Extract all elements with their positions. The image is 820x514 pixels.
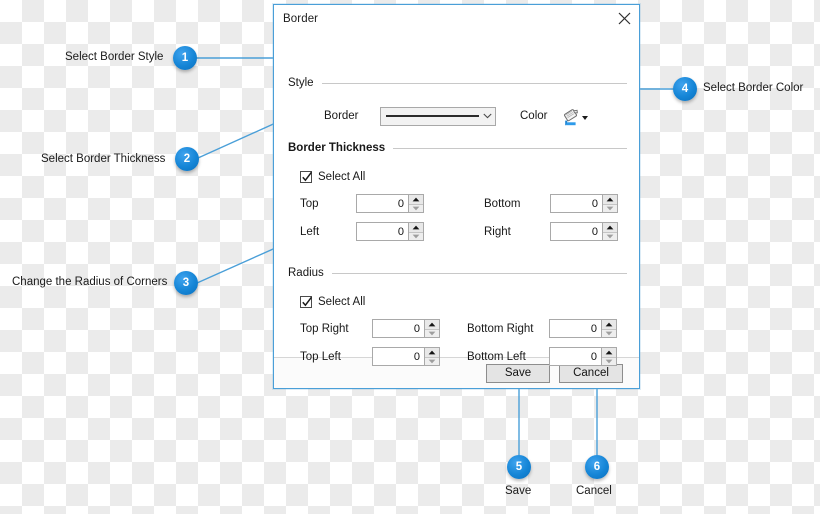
spinner-up-icon[interactable] xyxy=(603,195,617,204)
paint-bucket-icon xyxy=(563,108,580,125)
thickness-field-bottom: Bottom 0 xyxy=(484,194,618,213)
thickness-value-right[interactable]: 0 xyxy=(551,223,602,240)
group-radius: Radius xyxy=(288,266,627,280)
radius-spinner-top-right[interactable]: 0 xyxy=(372,319,440,338)
spinner-down-icon[interactable] xyxy=(602,356,616,365)
thickness-field-right: Right 0 xyxy=(484,222,618,241)
border-style-label: Border xyxy=(324,110,359,122)
spinner-up-icon[interactable] xyxy=(409,223,423,232)
border-style-row: Border Color xyxy=(324,106,589,126)
spinner-down-icon[interactable] xyxy=(603,231,617,240)
radius-spinner-top-left[interactable]: 0 xyxy=(372,347,440,366)
close-icon[interactable] xyxy=(609,6,639,32)
thickness-select-all-label: Select All xyxy=(318,171,366,183)
thickness-label-top: Top xyxy=(300,197,319,210)
radius-field-bottom-right: Bottom Right 0 xyxy=(467,319,617,338)
checkbox-select-all-thickness[interactable] xyxy=(300,171,312,183)
border-style-combobox[interactable] xyxy=(380,106,496,126)
border-color-button[interactable] xyxy=(563,106,589,126)
annotation-label-6: Cancel xyxy=(576,485,612,497)
spinner-up-icon[interactable] xyxy=(425,348,439,357)
radius-spinner-bottom-right[interactable]: 0 xyxy=(549,319,617,338)
radius-spinner-bottom-left[interactable]: 0 xyxy=(549,347,617,366)
radius-field-bottom-left: Bottom Left 0 xyxy=(467,347,617,366)
save-button[interactable]: Save xyxy=(486,363,550,383)
spinner-up-icon[interactable] xyxy=(602,348,616,357)
radius-field-top-right: Top Right 0 xyxy=(300,319,440,338)
thickness-value-top[interactable]: 0 xyxy=(357,195,408,212)
radius-value-bottom-left[interactable]: 0 xyxy=(550,348,601,365)
annotation-label-3: Change the Radius of Corners xyxy=(12,276,168,288)
radius-value-bottom-right[interactable]: 0 xyxy=(550,320,601,337)
thickness-spinner-top[interactable]: 0 xyxy=(356,194,424,213)
group-title-thickness: Border Thickness xyxy=(288,142,386,154)
thickness-value-left[interactable]: 0 xyxy=(357,223,408,240)
group-title-radius: Radius xyxy=(288,267,324,279)
group-divider xyxy=(393,147,627,149)
annotation-badge-6: 6 xyxy=(585,455,609,479)
spinner-up-icon[interactable] xyxy=(603,223,617,232)
cancel-button[interactable]: Cancel xyxy=(559,363,623,383)
spinner-down-icon[interactable] xyxy=(425,356,439,365)
thickness-field-top: Top 0 xyxy=(300,194,424,213)
group-style: Style xyxy=(288,76,627,90)
radius-field-top-left: Top Left 0 xyxy=(300,347,440,366)
radius-select-all[interactable]: Select All xyxy=(300,296,365,308)
spinner-down-icon[interactable] xyxy=(602,328,616,337)
annotation-label-1: Select Border Style xyxy=(65,51,164,63)
thickness-field-left: Left 0 xyxy=(300,222,424,241)
annotation-badge-2: 2 xyxy=(175,147,199,171)
radius-label-bottom-left: Bottom Left xyxy=(467,350,526,363)
triangle-down-icon xyxy=(582,116,589,120)
annotation-badge-3: 3 xyxy=(174,271,198,295)
radius-value-top-right[interactable]: 0 xyxy=(373,320,424,337)
group-divider xyxy=(331,272,627,274)
spinner-down-icon[interactable] xyxy=(409,203,423,212)
spinner-down-icon[interactable] xyxy=(425,328,439,337)
color-label: Color xyxy=(520,110,548,122)
thickness-value-bottom[interactable]: 0 xyxy=(551,195,602,212)
thickness-select-all[interactable]: Select All xyxy=(300,171,365,183)
border-dialog: Border Style Border Color Border Thickne… xyxy=(273,4,640,389)
checkbox-select-all-radius[interactable] xyxy=(300,296,312,308)
annotation-badge-5: 5 xyxy=(507,455,531,479)
thickness-label-right: Right xyxy=(484,225,511,238)
radius-label-top-right: Top Right xyxy=(300,322,349,335)
spinner-down-icon[interactable] xyxy=(409,231,423,240)
dialog-body: Style Border Color Border Thickness Sele… xyxy=(274,32,639,366)
thickness-label-left: Left xyxy=(300,225,320,238)
annotation-badge-1: 1 xyxy=(173,46,197,70)
dialog-title: Border xyxy=(283,12,319,25)
annotation-label-2: Select Border Thickness xyxy=(41,153,166,165)
spinner-up-icon[interactable] xyxy=(602,320,616,329)
spinner-up-icon[interactable] xyxy=(409,195,423,204)
radius-select-all-label: Select All xyxy=(318,296,366,308)
thickness-spinner-left[interactable]: 0 xyxy=(356,222,424,241)
spinner-down-icon[interactable] xyxy=(603,203,617,212)
thickness-label-bottom: Bottom xyxy=(484,197,521,210)
thickness-spinner-right[interactable]: 0 xyxy=(550,222,618,241)
radius-value-top-left[interactable]: 0 xyxy=(373,348,424,365)
dialog-titlebar: Border xyxy=(274,5,639,32)
thickness-spinner-bottom[interactable]: 0 xyxy=(550,194,618,213)
annotation-label-5: Save xyxy=(505,485,532,497)
chevron-down-icon xyxy=(483,113,492,119)
radius-label-top-left: Top Left xyxy=(300,350,341,363)
group-divider xyxy=(321,82,627,84)
group-border-thickness: Border Thickness xyxy=(288,141,627,155)
annotation-label-4: Select Border Color xyxy=(703,82,804,94)
radius-label-bottom-right: Bottom Right xyxy=(467,322,534,335)
group-title-style: Style xyxy=(288,77,314,89)
annotation-badge-4: 4 xyxy=(673,77,697,101)
spinner-up-icon[interactable] xyxy=(425,320,439,329)
solid-line-sample-icon xyxy=(386,115,479,117)
